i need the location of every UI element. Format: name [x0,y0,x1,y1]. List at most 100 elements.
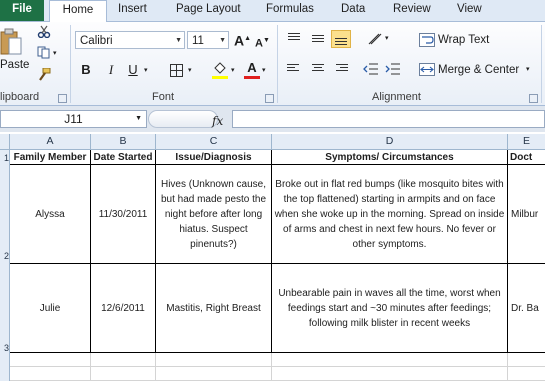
column-header-e[interactable]: E [508,134,545,149]
table-cell[interactable]: Mastitis, Right Breast [156,264,272,353]
wrap-text-icon[interactable] [419,33,435,47]
alignment-group-label: Alignment [372,91,421,103]
shrink-font-button[interactable]: A▼ [255,33,270,51]
wrap-text-button[interactable]: Wrap Text [438,31,489,49]
table-cell[interactable]: Hives (Unknown cause, but had made pesto… [156,165,272,264]
empty-cell[interactable] [91,367,156,381]
orientation-icon[interactable] [367,32,383,46]
ribbon: Paste ▾ lipboard Calibri ▼ 11 ▼ A▲ A▼ B … [0,22,545,106]
empty-cell[interactable] [10,353,91,367]
font-size-combo[interactable]: 11 ▼ [187,31,229,49]
formula-bar: J11 ▼ fx [0,106,545,132]
tab-page-layout[interactable]: Page Layout [176,0,241,21]
alignment-dialog-launcher-icon[interactable] [529,94,538,103]
column-header-d[interactable]: D [272,134,508,149]
decrease-indent-icon[interactable] [363,63,379,75]
font-family-combo[interactable]: Calibri ▼ [75,31,185,49]
row-header-2[interactable]: 2 [0,251,9,261]
table-cell[interactable]: Dr. Ba [508,264,545,353]
align-bottom-button[interactable] [331,30,351,48]
bold-button[interactable]: B [79,62,93,80]
table-cell[interactable]: Milbur [508,165,545,264]
empty-cell[interactable] [91,353,156,367]
font-group-label: Font [152,91,175,103]
table-cell[interactable]: Broke out in flat red bumps (like mosqui… [272,165,508,264]
italic-button[interactable]: I [104,62,118,80]
row-header-1[interactable]: 1 [0,153,9,163]
align-right-button[interactable] [331,60,351,78]
table-cell[interactable]: 11/30/2011 [91,165,156,264]
tab-home[interactable]: Home [49,0,107,22]
row-header-3[interactable]: 3 [0,343,9,353]
paste-button-label[interactable]: Paste [0,59,29,71]
name-box[interactable]: J11 ▼ [0,110,147,128]
formula-input[interactable] [232,110,545,128]
fill-color-icon[interactable] [212,62,228,74]
orientation-dropdown-icon[interactable]: ▾ [385,34,389,42]
copy-dropdown-icon[interactable]: ▾ [53,49,57,57]
chevron-down-icon[interactable]: ▼ [219,32,226,50]
column-header-c[interactable]: C [156,134,272,149]
merge-center-icon[interactable] [419,63,435,76]
align-middle-button[interactable] [308,30,328,48]
column-header-b[interactable]: B [91,134,156,149]
font-size-value: 11 [192,35,204,47]
font-dialog-launcher-icon[interactable] [265,94,274,103]
increase-indent-icon[interactable] [385,63,401,75]
align-top-button[interactable] [284,30,304,48]
ribbon-tab-bar: File Home Insert Page Layout Formulas Da… [0,0,545,22]
header-cell-symptoms[interactable]: Symptoms/ Circumstances [272,150,508,165]
paste-icon[interactable] [0,28,22,56]
fill-color-swatch [212,76,228,79]
header-cell-doctor[interactable]: Doct [508,150,545,165]
merge-center-button[interactable]: Merge & Center [438,61,519,79]
borders-dropdown-icon[interactable]: ▾ [188,66,192,74]
table-cell[interactable]: Alyssa [10,165,91,264]
merge-dropdown-icon[interactable]: ▾ [526,65,530,73]
tab-review[interactable]: Review [393,0,431,21]
tab-file[interactable]: File [0,0,44,21]
shrink-font-label: A [255,37,263,50]
empty-cell[interactable] [272,353,508,367]
group-divider [70,25,71,103]
chevron-down-icon[interactable]: ▼ [135,111,142,127]
fill-color-dropdown-icon[interactable]: ▾ [231,66,235,74]
format-painter-icon[interactable] [37,68,51,81]
borders-icon[interactable] [170,64,183,77]
empty-cell[interactable] [272,367,508,381]
empty-cell[interactable] [156,367,272,381]
tab-data[interactable]: Data [341,0,365,21]
empty-cell[interactable] [508,367,545,381]
clipboard-group-label: lipboard [0,91,40,103]
copy-icon[interactable] [37,46,51,59]
empty-cell[interactable] [156,353,272,367]
cut-icon[interactable] [37,25,51,38]
header-cell-issue-diagnosis[interactable]: Issue/Diagnosis [156,150,272,165]
header-cell-family-member[interactable]: Family Member [10,150,91,165]
tab-insert[interactable]: Insert [118,0,147,21]
font-family-value: Calibri [80,35,113,47]
group-divider [541,25,542,103]
grow-font-button[interactable]: A▲ [234,31,251,49]
header-cell-date-started[interactable]: Date Started [91,150,156,165]
name-box-value: J11 [64,112,83,126]
tab-view[interactable]: View [457,0,482,21]
select-all-corner[interactable] [0,134,10,149]
chevron-down-icon[interactable]: ▼ [175,32,182,50]
table-cell[interactable]: Unbearable pain in waves all the time, w… [272,264,508,353]
align-center-button[interactable] [308,60,328,78]
underline-dropdown-icon[interactable]: ▾ [144,66,148,74]
clipboard-dialog-launcher-icon[interactable] [58,94,67,103]
formula-bar-controls [148,110,218,128]
empty-cell[interactable] [10,367,91,381]
tab-formulas[interactable]: Formulas [266,0,314,21]
empty-cell[interactable] [508,353,545,367]
table-cell[interactable]: Julie [10,264,91,353]
column-header-a[interactable]: A [10,134,91,149]
column-header-row: A B C D E [0,134,545,150]
align-left-button[interactable] [284,60,304,78]
insert-function-icon[interactable]: fx [212,114,223,128]
font-color-dropdown-icon[interactable]: ▾ [262,66,266,74]
underline-button[interactable]: U [126,62,140,80]
table-cell[interactable]: 12/6/2011 [91,264,156,353]
